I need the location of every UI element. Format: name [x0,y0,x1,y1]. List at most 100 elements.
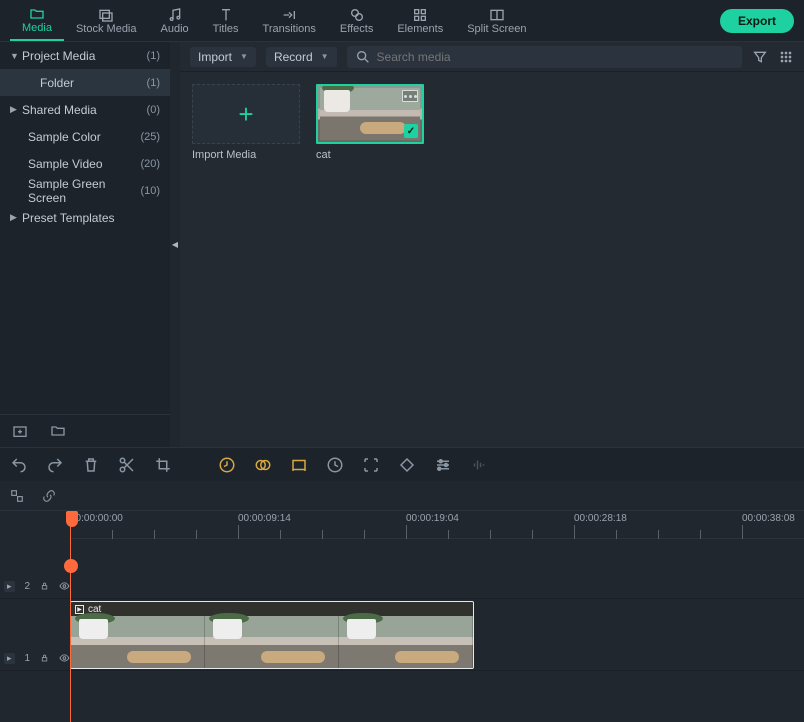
media-grid: + Import Media ✓ cat [180,72,804,447]
color-match-icon[interactable] [254,456,272,474]
track-number: 1 [25,653,31,664]
new-folder-icon[interactable] [50,423,66,439]
folder-icon [29,6,45,22]
motion-tracking-icon[interactable] [362,456,380,474]
playhead[interactable] [66,511,78,527]
track-type-icon: ▸ [4,581,15,592]
tab-label: Elements [397,23,443,35]
timeline-toolbar [0,447,804,481]
search-wrapper [347,46,742,68]
collapse-panel-button[interactable]: ◀ [170,42,180,447]
tab-label: Split Screen [467,23,526,35]
tab-stock-media[interactable]: Stock Media [64,1,149,41]
video-type-icon [402,90,418,102]
media-topbar: Import ▼ Record ▼ [180,42,804,72]
playhead-line [70,511,71,722]
match-frame-icon[interactable] [10,489,24,503]
track-number: 2 [25,581,31,592]
link-icon[interactable] [42,489,56,503]
record-dropdown[interactable]: Record ▼ [266,47,337,67]
playhead-marker[interactable] [64,559,78,573]
import-media-tile[interactable]: + Import Media [192,84,300,161]
transitions-icon [281,7,297,23]
dropdown-label: Record [274,50,313,64]
sidebar-label: Sample Color [28,130,140,144]
timecode: 00:00:28:18 [574,513,627,524]
new-bin-icon[interactable] [12,423,28,439]
redo-icon[interactable] [46,456,64,474]
sidebar-label: Sample Green Screen [28,177,140,205]
chevron-down-icon: ▼ [240,52,248,61]
speed-reverse-icon[interactable] [218,456,236,474]
music-note-icon [167,7,183,23]
search-input[interactable] [377,50,734,64]
media-thumb[interactable]: ✓ [316,84,424,144]
import-dropdown[interactable]: Import ▼ [190,47,256,67]
lock-icon[interactable] [40,581,49,591]
speed-icon[interactable] [326,456,344,474]
timeline-ruler[interactable]: 00:00:00:00 00:00:09:14 00:00:19:04 00:0… [70,511,804,539]
keyframe-icon[interactable] [398,456,416,474]
undo-icon[interactable] [10,456,28,474]
adjust-icon[interactable] [434,456,452,474]
tab-media[interactable]: Media [10,1,64,41]
import-thumb[interactable]: + [192,84,300,144]
sidebar-item-project-media[interactable]: ▼ Project Media (1) [0,42,170,69]
check-icon: ✓ [404,124,418,138]
eye-icon[interactable] [59,652,70,664]
track-head: ▸ 2 [0,576,70,596]
delete-icon[interactable] [82,456,100,474]
tab-audio[interactable]: Audio [149,1,201,41]
tab-effects[interactable]: Effects [328,1,385,41]
track-1[interactable]: ▸ 1 ▶ cat [0,599,804,671]
sidebar-count: (20) [140,158,160,170]
filter-icon[interactable] [752,49,768,65]
sidebar-item-folder[interactable]: Folder (1) [0,69,170,96]
search-icon [355,49,371,65]
sidebar-item-sample-video[interactable]: Sample Video (20) [0,150,170,177]
effects-icon [349,7,365,23]
tab-label: Titles [213,23,239,35]
clip-header: ▶ cat [71,602,473,616]
sidebar-label: Sample Video [28,157,140,171]
chevron-down-icon: ▼ [10,51,22,61]
chevron-left-icon: ◀ [172,240,178,249]
split-icon[interactable] [118,456,136,474]
sidebar-item-shared-media[interactable]: ▶ Shared Media (0) [0,96,170,123]
tab-label: Audio [161,23,189,35]
chevron-right-icon: ▶ [10,212,22,223]
media-tile-cat[interactable]: ✓ cat [316,84,424,161]
tab-titles[interactable]: Titles [201,1,251,41]
sidebar-label: Folder [28,76,147,90]
play-icon: ▶ [75,605,84,614]
tab-label: Media [22,22,52,34]
tab-split-screen[interactable]: Split Screen [455,1,538,41]
green-screen-icon[interactable] [290,456,308,474]
sidebar-count: (1) [147,50,160,62]
track-2[interactable]: ▸ 2 [0,539,804,599]
timeline-clip-cat[interactable]: ▶ cat [70,601,474,669]
sidebar-item-preset-templates[interactable]: ▶ Preset Templates [0,204,170,231]
timeline-header [0,481,804,511]
track-area: ▸ 2 ▸ 1 ▶ cat [0,539,804,671]
crop-icon[interactable] [154,456,172,474]
sidebar-bottom-toolbar [0,414,170,447]
sidebar-count: (10) [140,185,160,197]
audio-mix-icon[interactable] [470,456,488,474]
tab-transitions[interactable]: Transitions [251,1,328,41]
grid-view-icon[interactable] [778,49,794,65]
sidebar-item-sample-color[interactable]: Sample Color (25) [0,123,170,150]
eye-icon[interactable] [59,580,70,592]
sidebar-item-sample-green-screen[interactable]: Sample Green Screen (10) [0,177,170,204]
sidebar-label: Shared Media [22,103,147,117]
export-button[interactable]: Export [720,9,794,33]
timecode: 00:00:38:08 [742,513,795,524]
tab-elements[interactable]: Elements [385,1,455,41]
track-head: ▸ 1 [0,648,70,668]
lock-icon[interactable] [40,653,49,663]
sidebar-count: (25) [140,131,160,143]
sidebar-label: Project Media [22,49,147,63]
timecode: 00:00:19:04 [406,513,459,524]
chevron-right-icon: ▶ [10,104,22,115]
grid-item-label: Import Media [192,149,300,161]
